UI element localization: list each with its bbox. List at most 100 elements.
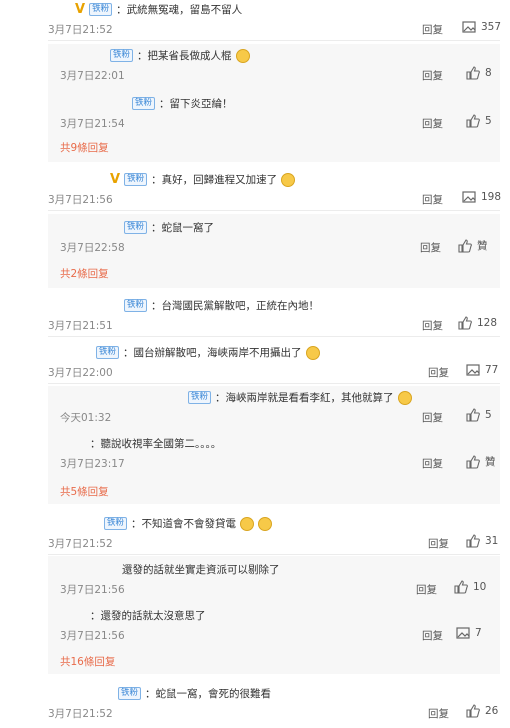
fan-badge: 铁粉 — [118, 687, 142, 700]
reply-button[interactable]: 回复 — [422, 456, 443, 471]
fan-badge: 铁粉 — [89, 3, 113, 16]
fan-badge: 铁粉 — [104, 517, 128, 530]
like-count: 357 — [481, 21, 502, 33]
comment-text: ：武統無冤魂，留島不留人 — [116, 4, 243, 16]
verified-icon: V — [110, 172, 121, 187]
reply-area: 铁粉 ：海峽兩岸就是看看李紅，其他就算了 今天01:32 回复 5 ：聽說收視率… — [48, 386, 500, 504]
reply-area: 铁粉 ：把某省長做成人棍 3月7日22:01 回复 8 铁粉 ：留下炎亞綸！ 3… — [48, 44, 500, 162]
like-button[interactable]: 8 — [466, 66, 492, 80]
comment-time: 3月7日22:01 — [60, 70, 125, 82]
comment-time: 3月7日21:52 — [48, 538, 113, 550]
thumb-up-icon — [466, 408, 480, 422]
like-count: 5 — [485, 409, 492, 421]
like-button[interactable]: 77 — [466, 363, 498, 377]
comment-text: ：把某省長做成人棍 — [137, 50, 232, 62]
like-count: 8 — [485, 67, 492, 79]
like-button[interactable]: 128 — [458, 316, 497, 330]
comment-time: 3月7日22:00 — [48, 367, 113, 379]
fan-badge: 铁粉 — [110, 49, 134, 62]
reply-button[interactable]: 回复 — [422, 192, 443, 207]
comment-time: 3月7日21:54 — [60, 118, 125, 130]
reply-button[interactable]: 回复 — [422, 318, 443, 333]
like-button[interactable]: 357 — [462, 20, 501, 34]
thumb-up-icon — [458, 238, 472, 253]
like-button[interactable]: 贊 — [466, 454, 496, 469]
reply-button[interactable]: 回复 — [422, 628, 443, 643]
like-count: 77 — [485, 364, 499, 376]
reply-area: 铁粉 ：蛇鼠一窩了 3月7日22:58 回复 贊 共2條回复 — [48, 214, 500, 288]
reply-button[interactable]: 回复 — [416, 582, 437, 597]
fan-badge: 铁粉 — [188, 391, 212, 404]
like-button[interactable]: 7 — [456, 626, 482, 640]
comment-text: 還發的話就坐實走資派可以剔除了 — [122, 564, 280, 576]
like-count: 5 — [485, 115, 492, 127]
verified-icon: V — [75, 2, 86, 17]
like-count: 198 — [481, 191, 502, 203]
thumb-up-icon — [458, 316, 472, 330]
like-count: 10 — [473, 581, 487, 593]
comment-time: 3月7日23:17 — [60, 458, 125, 470]
comment-text: ：還發的話就太沒意思了 — [90, 610, 206, 622]
smile-emoji-icon — [305, 345, 320, 360]
fan-badge: 铁粉 — [124, 173, 148, 186]
reply-button[interactable]: 回复 — [422, 410, 443, 425]
image-icon — [462, 21, 476, 33]
like-count: 贊 — [477, 240, 488, 252]
comment-text: ：聽說收視率全國第二。。。。 — [90, 438, 222, 450]
thumb-up-icon — [466, 534, 480, 548]
like-button[interactable]: 5 — [466, 114, 492, 128]
reply-button[interactable]: 回复 — [428, 365, 449, 380]
reply-button[interactable]: 回复 — [428, 536, 449, 551]
image-icon — [462, 191, 476, 203]
fan-badge: 铁粉 — [124, 299, 148, 312]
comment-text: ：台灣國民黨解散吧，正統在內地！ — [151, 300, 320, 312]
emoji-icon — [240, 516, 255, 531]
thumb-up-icon — [466, 454, 480, 469]
comment-text: ：國台辦解散吧，海峽兩岸不用攝出了 — [123, 347, 302, 359]
more-replies-link[interactable]: 共5條回复 — [60, 484, 109, 499]
like-count: 128 — [477, 317, 498, 329]
like-count: 31 — [485, 535, 499, 547]
like-button[interactable]: 198 — [462, 190, 501, 204]
like-button[interactable]: 10 — [454, 580, 486, 594]
like-count: 7 — [475, 627, 482, 639]
image-icon — [466, 364, 480, 376]
comment-time: 3月7日21:52 — [48, 708, 113, 720]
comment-text: ：蛇鼠一窩，會死的很難看 — [145, 688, 272, 700]
thumb-up-icon — [454, 580, 468, 594]
smile-emoji-icon — [281, 172, 296, 187]
comment-time: 3月7日21:51 — [48, 320, 113, 332]
reply-button[interactable]: 回复 — [422, 68, 443, 83]
reply-button[interactable]: 回复 — [428, 706, 449, 721]
comment-text: ：留下炎亞綸！ — [159, 98, 233, 110]
more-replies-link[interactable]: 共9條回复 — [60, 140, 109, 155]
more-replies-link[interactable]: 共2條回复 — [60, 266, 109, 281]
reply-button[interactable]: 回复 — [422, 116, 443, 131]
thumb-up-icon — [466, 114, 480, 128]
thumb-up-icon — [466, 66, 480, 80]
reply-area: 還發的話就坐實走資派可以剔除了 3月7日21:56 回复 10 ：還發的話就太沒… — [48, 556, 500, 674]
emoji-icon — [258, 516, 273, 531]
reply-button[interactable]: 回复 — [420, 240, 441, 255]
like-count: 26 — [485, 705, 499, 717]
fan-badge: 铁粉 — [132, 97, 156, 110]
smile-emoji-icon — [397, 390, 412, 405]
fan-badge: 铁粉 — [124, 221, 148, 234]
comment-time: 3月7日21:52 — [48, 24, 113, 36]
image-icon — [456, 627, 470, 639]
comment-time: 3月7日22:58 — [60, 242, 125, 254]
comment-text: ：真好，回歸進程又加速了 — [151, 174, 278, 186]
comment-text: ：不知道會不會發貸電 — [131, 518, 237, 530]
comment-time: 3月7日21:56 — [60, 584, 125, 596]
like-button[interactable]: 26 — [466, 704, 498, 718]
comment-text: ：海峽兩岸就是看看李紅，其他就算了 — [215, 392, 394, 404]
like-button[interactable]: 5 — [466, 408, 492, 422]
comment-time: 3月7日21:56 — [60, 630, 125, 642]
like-button[interactable]: 31 — [466, 534, 498, 548]
like-button[interactable]: 贊 — [458, 238, 488, 253]
like-count: 贊 — [485, 456, 496, 468]
reply-button[interactable]: 回复 — [422, 22, 443, 37]
more-replies-link[interactable]: 共16條回复 — [60, 654, 115, 669]
thumb-up-icon — [466, 704, 480, 718]
comment-text: ：蛇鼠一窩了 — [151, 222, 215, 234]
